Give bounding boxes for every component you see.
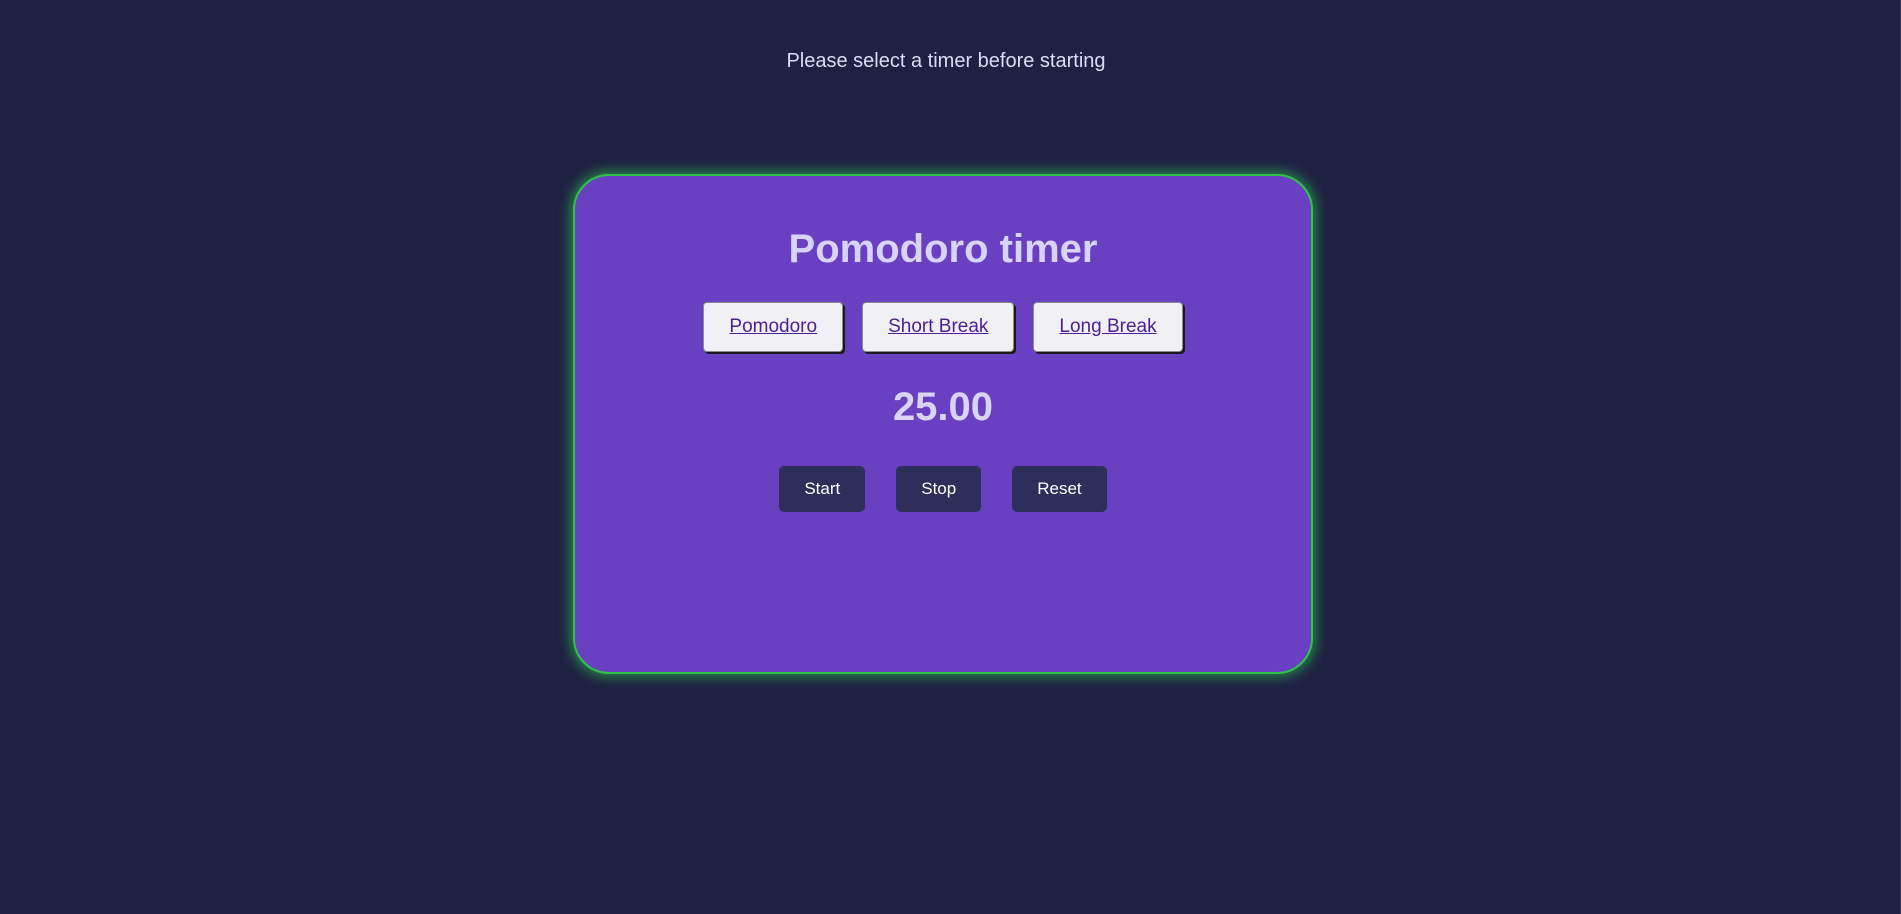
long-break-button[interactable]: Long Break — [1033, 302, 1183, 352]
stop-button[interactable]: Stop — [896, 466, 982, 512]
page-title: Pomodoro timer — [788, 227, 1098, 271]
timer-controls: Start Stop Reset — [575, 466, 1311, 512]
timer-display: 25.00 — [892, 385, 994, 429]
status-message: Please select a timer before starting — [786, 50, 1106, 72]
start-button[interactable]: Start — [779, 466, 866, 512]
reset-button[interactable]: Reset — [1012, 466, 1107, 512]
timer-card: Pomodoro timer Pomodoro Short Break Long… — [573, 174, 1313, 674]
short-break-button[interactable]: Short Break — [862, 302, 1015, 352]
mode-selector: Pomodoro Short Break Long Break — [575, 302, 1311, 352]
pomodoro-button[interactable]: Pomodoro — [703, 302, 844, 352]
